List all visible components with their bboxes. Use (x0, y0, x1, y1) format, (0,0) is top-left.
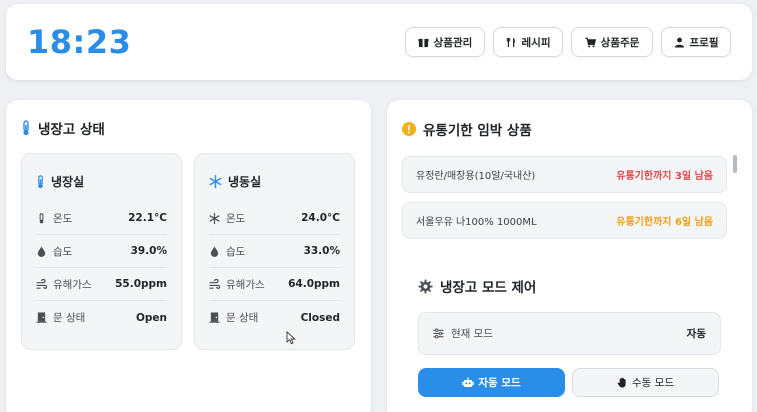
box-icon (418, 38, 429, 47)
thermometer-icon (39, 212, 44, 223)
sliders-icon (433, 328, 444, 339)
fridge-status-panel: 냉장고 상태 냉장실 온도 22.1°C 습도 39.0% 유해가스 55.0p… (6, 100, 371, 412)
fridge-compartment-title: 냉장실 (36, 173, 84, 190)
snowflake-icon (209, 175, 222, 188)
expiry-status: 유통기한까지 6일 남음 (616, 217, 713, 228)
droplet-icon (37, 245, 46, 257)
fridge-compartment-card: 냉장실 온도 22.1°C 습도 39.0% 유해가스 55.0ppm 문 상태… (21, 153, 182, 350)
robot-icon (462, 377, 475, 387)
freezer-compartment-title: 냉동실 (209, 173, 261, 190)
expiry-title: 유통기한 임박 상품 (402, 119, 532, 139)
header-bar: 18:23 상품관리 레시피 상품주문 프로필 (6, 4, 752, 80)
freezer-humidity-row: 습도 33.0% (209, 235, 340, 268)
clock: 18:23 (27, 23, 132, 61)
recipe-button[interactable]: 레시피 (493, 27, 563, 57)
freezer-door-row: 문 상태 Closed (209, 301, 340, 334)
freezer-compartment-card: 냉동실 온도 24.0°C 습도 33.0% 유해가스 64.0ppm 문 상태… (194, 153, 355, 350)
door-icon (36, 312, 47, 323)
snowflake-icon (209, 212, 220, 224)
nav-label: 레시피 (521, 36, 551, 49)
expiry-item[interactable]: 유정란/매장용(10알/국내산) 유통기한까지 3일 남음 (402, 156, 727, 193)
user-icon (674, 37, 684, 48)
mode-control-title: 냉장고 모드 제어 (418, 276, 536, 296)
fridge-humidity-row: 습도 39.0% (36, 235, 167, 268)
profile-button[interactable]: 프로필 (661, 27, 731, 57)
wind-icon (36, 278, 47, 289)
droplet-icon (210, 245, 219, 257)
thermometer-icon (23, 120, 29, 136)
right-panel: 유통기한 임박 상품 유정란/매장용(10알/국내산) 유통기한까지 3일 남음… (387, 100, 752, 412)
fridge-door-row: 문 상태 Open (36, 301, 167, 334)
nav-label: 프로필 (689, 36, 719, 49)
current-mode-label: 현재 모드 (451, 328, 493, 340)
manual-mode-button[interactable]: 수동 모드 (572, 368, 719, 397)
utensils-icon (506, 37, 515, 47)
current-mode-value: 자동 (686, 328, 706, 340)
gear-icon (418, 278, 433, 294)
expiry-item[interactable]: 서울우유 나100% 1000ML 유통기한까지 6일 남음 (402, 202, 727, 239)
freezer-gas-row: 유해가스 64.0ppm (209, 268, 340, 301)
wind-icon (209, 278, 220, 289)
freezer-temperature-row: 온도 24.0°C (209, 202, 340, 235)
cart-icon (585, 37, 596, 47)
expiry-status: 유통기한까지 3일 남음 (616, 171, 713, 182)
mouse-cursor-icon (286, 331, 296, 345)
product-management-button[interactable]: 상품관리 (405, 27, 485, 57)
fridge-temperature-row: 온도 22.1°C (36, 202, 167, 235)
expiry-scrollbar[interactable] (733, 155, 737, 173)
hand-icon (617, 377, 626, 388)
thermometer-icon (38, 174, 43, 188)
door-icon (209, 312, 220, 323)
fridge-gas-row: 유해가스 55.0ppm (36, 268, 167, 301)
current-mode-row: 현재 모드 자동 (418, 312, 721, 355)
auto-mode-button[interactable]: 자동 모드 (418, 368, 565, 397)
warning-circle-icon (402, 122, 416, 136)
product-order-button[interactable]: 상품주문 (571, 27, 653, 57)
nav-label: 상품관리 (433, 36, 473, 49)
fridge-status-title: 냉장고 상태 (21, 118, 105, 138)
nav-label: 상품주문 (600, 36, 640, 49)
